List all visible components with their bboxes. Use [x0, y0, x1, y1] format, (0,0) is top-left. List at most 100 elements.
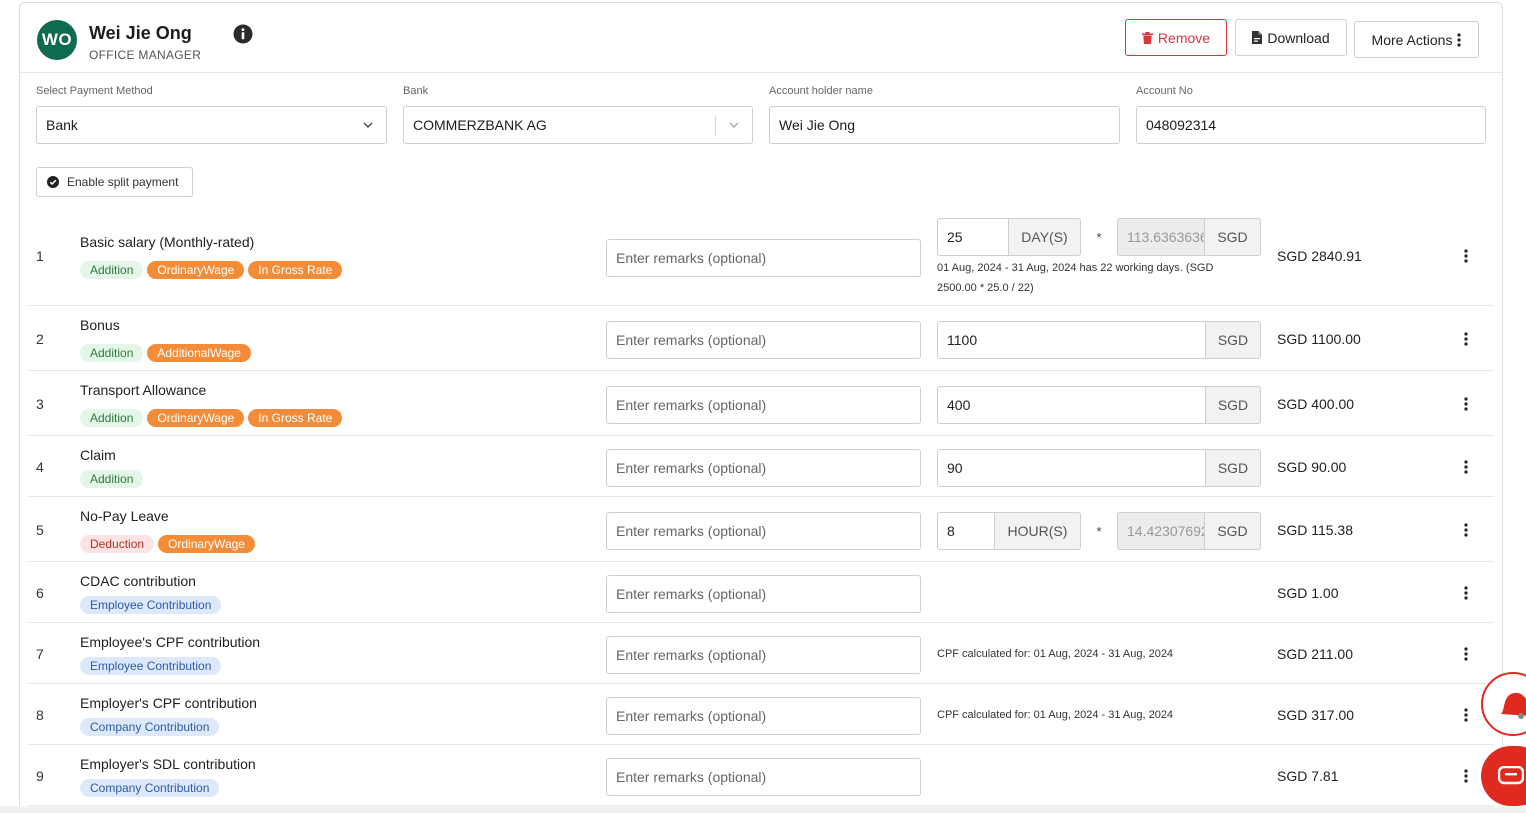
row-number: 8 [36, 707, 44, 723]
remarks-field[interactable] [606, 636, 921, 674]
avatar: WO [37, 20, 77, 60]
info-icon[interactable] [233, 24, 253, 44]
working-days-note: 01 Aug, 2024 - 31 Aug, 2024 has 22 worki… [937, 258, 1213, 298]
tag-badge: In Gross Rate [248, 261, 343, 279]
row-number: 1 [36, 248, 44, 264]
item-tags: Company Contribution [80, 718, 220, 736]
amount-group: SGD [937, 449, 1261, 487]
enable-split-payment-button[interactable]: Enable split payment [36, 167, 193, 197]
payment-method-value: Bank [46, 117, 78, 133]
remarks-field[interactable] [606, 512, 921, 550]
account-no-input[interactable] [1146, 117, 1485, 133]
amount-group: SGD [937, 321, 1261, 359]
table-row: 3 Transport Allowance Addition OrdinaryW… [28, 371, 1494, 436]
more-actions-button[interactable]: More Actions [1354, 21, 1479, 58]
kebab-icon [1457, 32, 1462, 47]
rate-field: 14.42307692 [1117, 512, 1205, 550]
item-tags: Employee Contribution [80, 657, 222, 675]
amount-field[interactable] [937, 449, 1206, 487]
row-number: 3 [36, 396, 44, 412]
remarks-input[interactable] [616, 250, 920, 266]
row-menu-icon[interactable] [1460, 459, 1472, 475]
table-row: 7 Employee's CPF contribution Employee C… [28, 623, 1494, 684]
remarks-input[interactable] [616, 332, 920, 348]
row-menu-icon[interactable] [1460, 585, 1472, 601]
item-tags: Addition OrdinaryWage In Gross Rate [80, 409, 343, 427]
quantity-rate-group: HOUR(S) * 14.42307692 SGD [937, 512, 1261, 550]
remarks-input[interactable] [616, 647, 920, 663]
split-payment-label: Enable split payment [67, 175, 179, 189]
remarks-field[interactable] [606, 697, 921, 735]
remove-button[interactable]: Remove [1125, 19, 1227, 56]
bank-value: COMMERZBANK AG [413, 117, 547, 133]
bank-select[interactable]: COMMERZBANK AG [403, 106, 753, 144]
row-menu-icon[interactable] [1460, 522, 1472, 538]
quantity-input[interactable] [947, 229, 1008, 245]
account-holder-field[interactable] [769, 106, 1120, 144]
amount-input[interactable] [947, 460, 1205, 476]
row-number: 7 [36, 646, 44, 662]
amount-group: SGD [937, 386, 1261, 424]
remarks-field[interactable] [606, 321, 921, 359]
row-total: SGD 211.00 [1277, 646, 1354, 662]
remarks-field[interactable] [606, 239, 921, 277]
item-tags: Addition [80, 470, 144, 488]
remarks-input[interactable] [616, 523, 920, 539]
remarks-input[interactable] [616, 460, 920, 476]
amount-field[interactable] [937, 386, 1206, 424]
row-menu-icon[interactable] [1460, 768, 1472, 784]
row-total: SGD 400.00 [1277, 396, 1355, 412]
payment-method-label: Select Payment Method [36, 85, 153, 97]
check-circle-icon [47, 176, 59, 188]
account-no-field[interactable] [1136, 106, 1486, 144]
remarks-input[interactable] [616, 586, 920, 602]
remarks-field[interactable] [606, 575, 921, 613]
trash-icon [1141, 31, 1153, 44]
row-menu-icon[interactable] [1460, 646, 1472, 662]
remarks-input[interactable] [616, 769, 920, 785]
amount-input[interactable] [947, 397, 1205, 413]
row-menu-icon[interactable] [1460, 248, 1472, 264]
remarks-field[interactable] [606, 449, 921, 487]
remarks-field[interactable] [606, 386, 921, 424]
table-row: 6 CDAC contribution Employee Contributio… [28, 562, 1494, 623]
row-total: SGD 90.00 [1277, 459, 1347, 475]
pdf-file-icon [1252, 31, 1263, 44]
amount-input[interactable] [947, 332, 1205, 348]
bank-label: Bank [403, 85, 429, 97]
row-menu-icon[interactable] [1460, 331, 1472, 347]
account-no-label: Account No [1136, 85, 1193, 97]
quantity-field[interactable] [937, 218, 1009, 256]
note-line: 01 Aug, 2024 - 31 Aug, 2024 has 22 worki… [937, 262, 1214, 274]
row-total: SGD 1.00 [1277, 585, 1339, 601]
multiply-sign: * [1096, 229, 1102, 245]
table-row: 5 No-Pay Leave Deduction OrdinaryWage HO… [28, 497, 1494, 562]
rate-field: 113.6363636 [1117, 218, 1205, 256]
amount-field[interactable] [937, 321, 1206, 359]
quantity-field[interactable] [937, 512, 995, 550]
payment-method-select[interactable]: Bank [36, 106, 387, 144]
employee-name: Wei Jie Ong [89, 23, 192, 43]
quantity-input[interactable] [947, 523, 994, 539]
tag-badge: OrdinaryWage [158, 535, 255, 553]
remarks-field[interactable] [606, 758, 921, 796]
download-button[interactable]: Download [1235, 19, 1347, 56]
tag-badge: Addition [80, 261, 144, 279]
row-menu-icon[interactable] [1460, 396, 1472, 412]
remove-label: Remove [1157, 29, 1211, 46]
page-bottom-edge [0, 806, 1526, 813]
unit-select[interactable]: HOUR(S) [995, 512, 1081, 550]
currency-label: SGD [1205, 218, 1261, 256]
row-number: 2 [36, 331, 44, 347]
remarks-input[interactable] [616, 708, 920, 724]
select-separator [715, 116, 716, 136]
remarks-input[interactable] [616, 397, 920, 413]
more-actions-label: More Actions [1371, 31, 1453, 48]
item-name: No-Pay Leave [80, 508, 169, 524]
item-tags: Addition AdditionalWage [80, 344, 251, 362]
row-menu-icon[interactable] [1460, 707, 1472, 723]
account-holder-input[interactable] [779, 117, 1119, 133]
unit-select[interactable]: DAY(S) [1009, 218, 1081, 256]
employee-role: OFFICE MANAGER [89, 48, 202, 62]
item-name: Claim [80, 447, 116, 463]
